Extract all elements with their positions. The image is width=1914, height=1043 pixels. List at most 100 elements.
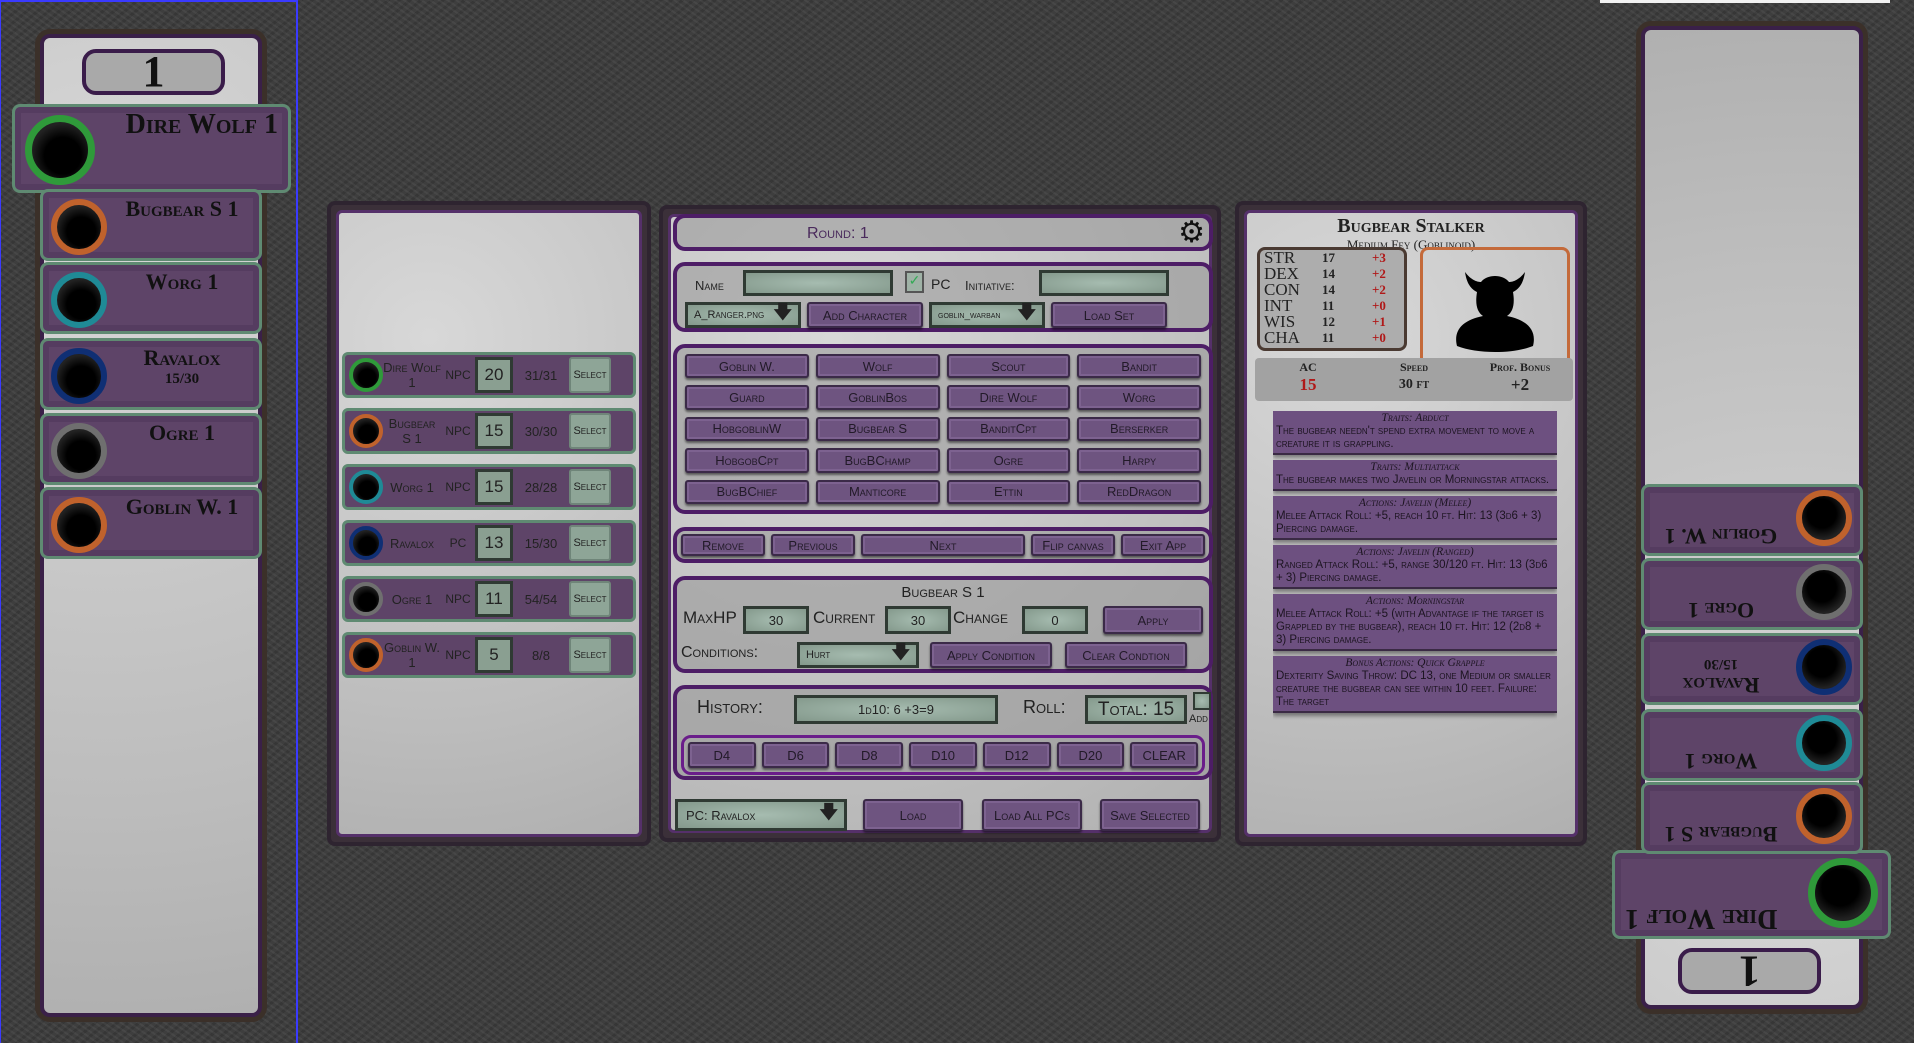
turn-order-token[interactable]: Ogre 1	[40, 413, 262, 485]
dice-d8-button[interactable]: D8	[835, 742, 904, 768]
token-icon	[349, 358, 383, 392]
turn-order-token[interactable]: Ravalox 15/30	[40, 338, 262, 410]
set-select-value: goblin_warban	[938, 309, 1001, 321]
flip-canvas-button[interactable]: Flip canvas	[1031, 534, 1115, 556]
preset-button[interactable]: Harpy	[1077, 448, 1201, 473]
pc-select[interactable]: PC: Ravalox 🡇	[675, 799, 847, 831]
select-button[interactable]: Select	[569, 637, 611, 673]
preset-button[interactable]: Berserker	[1077, 416, 1201, 442]
dice-d20-button[interactable]: D20	[1056, 742, 1125, 768]
condition-select[interactable]: Hurt 🡇	[797, 642, 919, 668]
preset-button[interactable]: Scout	[946, 354, 1071, 379]
turn-order-token[interactable]: Goblin W. 1	[40, 487, 262, 559]
dice-clear-button[interactable]: CLEAR	[1130, 742, 1199, 768]
preset-button[interactable]: Bugbear S	[815, 416, 940, 442]
exit-app-button[interactable]: Exit App	[1121, 534, 1205, 556]
trait-title: Actions: Javelin (Melee)	[1358, 497, 1472, 509]
add-modifier-checkbox[interactable]	[1193, 692, 1211, 710]
row-initiative[interactable]: 11	[475, 581, 513, 617]
row-initiative[interactable]: 20	[475, 357, 513, 393]
load-set-button[interactable]: Load Set	[1051, 302, 1167, 328]
row-initiative[interactable]: 15	[475, 469, 513, 505]
select-button[interactable]: Select	[569, 413, 611, 449]
hp-change-input[interactable]: 0	[1022, 606, 1088, 634]
select-button[interactable]: Select	[569, 525, 611, 561]
dropdown-arrow-icon: 🡇	[891, 642, 910, 662]
turn-order-token[interactable]: Dire Wolf 1	[1612, 850, 1891, 939]
dice-d10-button[interactable]: D10	[909, 742, 977, 768]
preset-button[interactable]: HobgobCpt	[685, 448, 809, 473]
preset-button[interactable]: GoblinBos	[815, 385, 940, 410]
row-initiative[interactable]: 13	[475, 525, 513, 561]
previous-button[interactable]: Previous	[771, 534, 855, 556]
initiative-row[interactable]: Worg 1 NPC 15 28/28 Select	[342, 464, 636, 510]
row-initiative[interactable]: 5	[475, 637, 513, 673]
turn-order-token[interactable]: Worg 1	[40, 262, 262, 334]
pc-checkbox[interactable]: ✓	[905, 271, 924, 293]
remove-button[interactable]: Remove	[681, 534, 765, 556]
row-hp: 30/30	[524, 423, 558, 439]
initiative-row[interactable]: Ravalox PC 13 15/30 Select	[342, 520, 636, 566]
turn-order-token[interactable]: Worg 1	[1641, 709, 1863, 781]
preset-button[interactable]: BanditCpt	[946, 416, 1071, 442]
ability-modifier: +0	[1372, 298, 1386, 313]
initiative-row[interactable]: Goblin W. 1 NPC 5 8/8 Select	[342, 632, 636, 678]
turn-order-token[interactable]: Ravalox 15/30	[1641, 633, 1863, 705]
trait-card: Bonus Actions: Quick Grapple Dexterity Sa…	[1273, 656, 1557, 713]
initiative-input[interactable]	[1039, 270, 1169, 296]
initiative-row[interactable]: Bugbear S 1 NPC 15 30/30 Select	[342, 408, 636, 454]
goblin-icon	[1796, 490, 1852, 546]
trait-card: Actions: Morningstar Melee Attack Roll: +…	[1273, 594, 1557, 651]
name-input[interactable]	[743, 270, 893, 296]
maxhp-input[interactable]: 30	[743, 606, 809, 634]
image-select[interactable]: A_Ranger.png 🡇	[685, 302, 801, 328]
clear-condition-button[interactable]: Clear Condtion	[1065, 642, 1187, 668]
preset-button[interactable]: Dire Wolf	[946, 385, 1071, 410]
current-hp-input[interactable]: 30	[885, 606, 951, 634]
load-pc-button[interactable]: Load	[863, 799, 963, 831]
preset-button[interactable]: Goblin W.	[685, 354, 809, 379]
select-button[interactable]: Select	[569, 581, 611, 617]
trait-text: Ranged Attack Roll: +5, range 30/120 ft.…	[1276, 559, 1548, 584]
next-button[interactable]: Next	[861, 534, 1025, 556]
preset-button[interactable]: Ettin	[946, 479, 1071, 504]
preset-button[interactable]: RedDragon	[1077, 479, 1201, 504]
preset-button[interactable]: Ogre	[946, 448, 1071, 473]
preset-button[interactable]: Worg	[1077, 385, 1201, 410]
speed-label: Speed	[1399, 360, 1428, 374]
select-button[interactable]: Select	[569, 357, 611, 393]
preset-button[interactable]: Manticore	[815, 479, 940, 504]
turn-order-token[interactable]: Ogre 1	[1641, 558, 1863, 630]
dice-d12-button[interactable]: D12	[982, 742, 1051, 768]
preset-button[interactable]: Bandit	[1077, 354, 1201, 379]
select-button[interactable]: Select	[569, 469, 611, 505]
preset-button[interactable]: Guard	[685, 385, 809, 410]
add-character-button[interactable]: Add Character	[807, 302, 923, 328]
apply-hp-button[interactable]: Apply	[1103, 606, 1203, 634]
initiative-row[interactable]: Dire Wolf 1 NPC 20 31/31 Select	[342, 352, 636, 398]
set-select[interactable]: goblin_warban 🡇	[929, 302, 1045, 328]
load-all-pcs-button[interactable]: Load All PCs	[982, 799, 1082, 831]
trait-title: Traits: Abduct	[1381, 412, 1449, 424]
ability-modifier: +2	[1372, 282, 1386, 297]
preset-button[interactable]: Wolf	[815, 354, 940, 379]
traits-list[interactable]: Traits: Abduct The bugbear needn't spend …	[1273, 411, 1557, 834]
turn-order-token[interactable]: Dire Wolf 1	[12, 104, 291, 193]
apply-condition-button[interactable]: Apply Condition	[930, 642, 1052, 668]
turn-order-token[interactable]: Bugbear S 1	[1641, 782, 1863, 854]
preset-button[interactable]: BugBChief	[685, 479, 809, 504]
initiative-row[interactable]: Ogre 1 NPC 11 54/54 Select	[342, 576, 636, 622]
trait-text: Melee Attack Roll: +5 (with Advantage if…	[1276, 608, 1544, 646]
preset-button[interactable]: HobgoblinW	[685, 416, 809, 442]
round-counter: 1	[1678, 947, 1821, 996]
preset-button[interactable]: BugBChamp	[815, 448, 940, 473]
turn-order-token[interactable]: Bugbear S 1	[40, 189, 262, 261]
dice-d4-button[interactable]: D4	[688, 742, 756, 768]
save-selected-button[interactable]: Save Selected	[1100, 799, 1200, 831]
ogre-icon	[51, 423, 107, 479]
ability-score: 17	[1322, 250, 1335, 265]
gear-icon[interactable]: ⚙	[1178, 215, 1205, 250]
row-initiative[interactable]: 15	[475, 413, 513, 449]
dice-d6-button[interactable]: D6	[761, 742, 830, 768]
turn-order-token[interactable]: Goblin W. 1	[1641, 484, 1863, 556]
